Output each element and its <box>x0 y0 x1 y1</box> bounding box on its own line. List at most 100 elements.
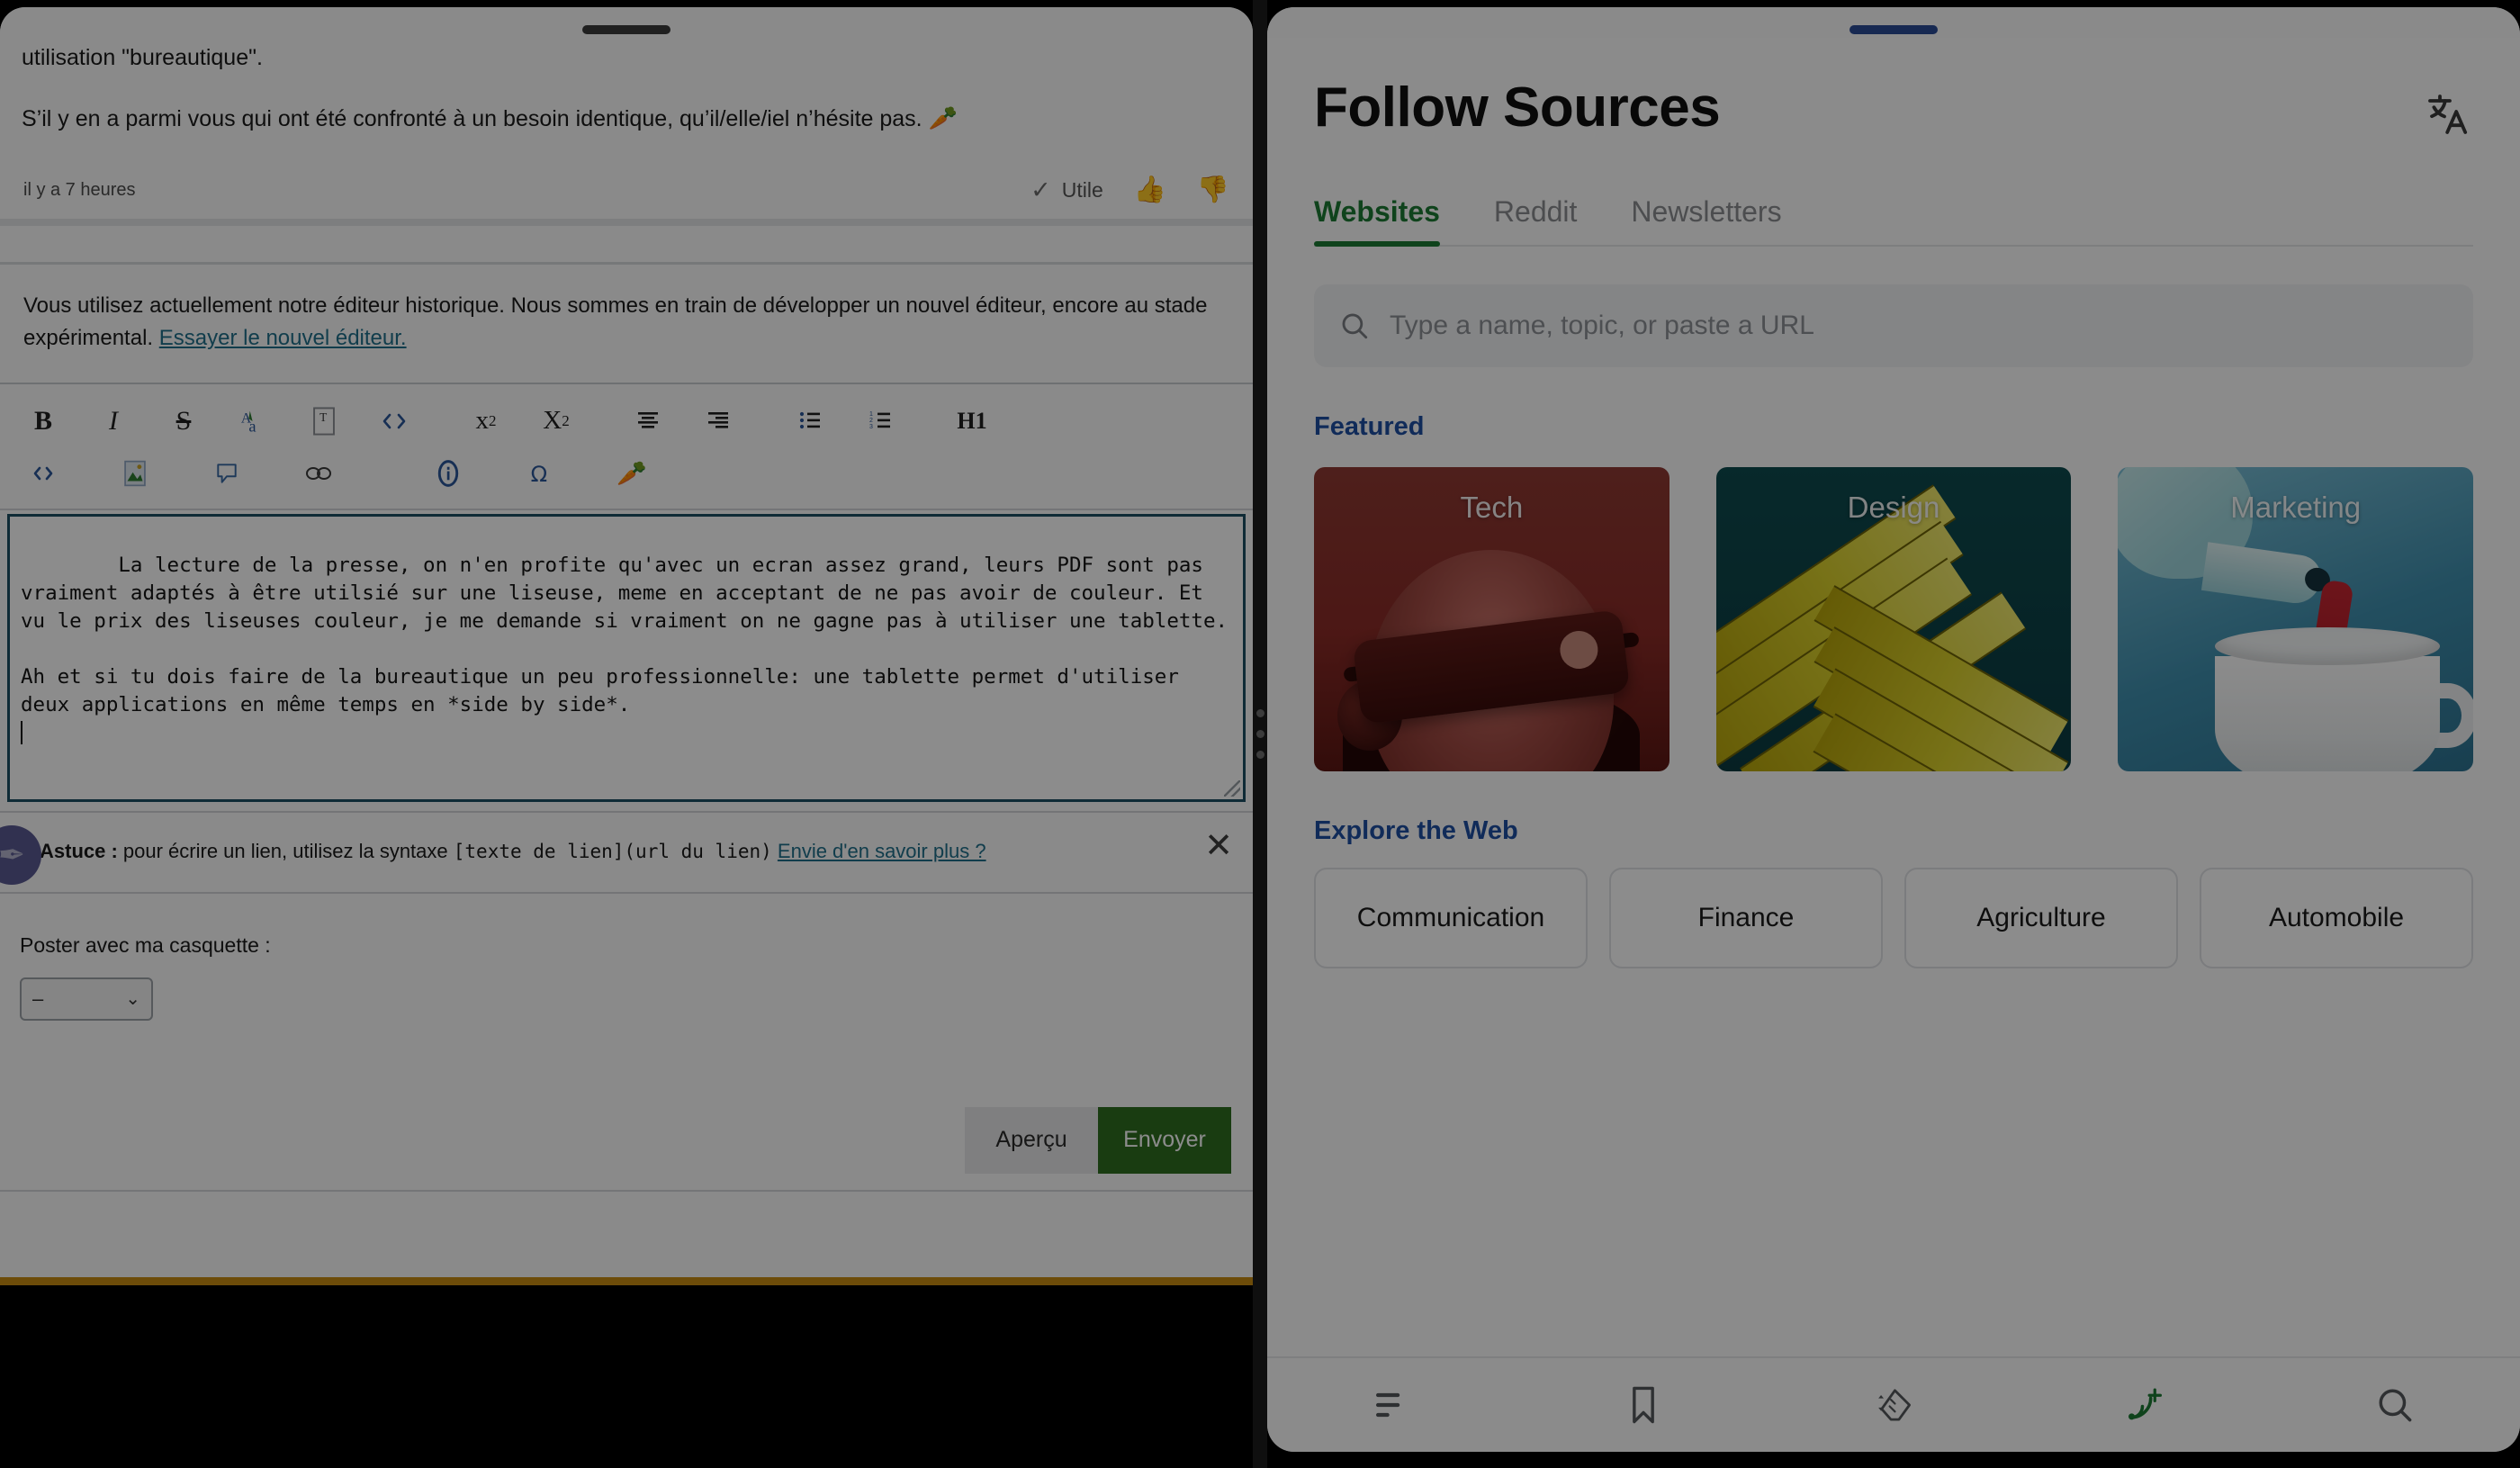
header-row: Follow Sources <box>1314 38 2473 140</box>
drag-handle[interactable] <box>582 25 670 34</box>
cap-select-value: – <box>32 986 44 1010</box>
chip-communication[interactable]: Communication <box>1314 868 1588 968</box>
text-color-icon: A a <box>241 410 256 435</box>
text-box-button[interactable]: T <box>297 398 351 445</box>
right-app-window: Follow Sources Websites Reddit Newslette… <box>1267 7 2520 1452</box>
post-form: Poster avec ma casquette : – ⌄ Aperçu En… <box>0 893 1253 1174</box>
cap-select[interactable]: – ⌄ <box>20 977 153 1021</box>
editor-notice: Vous utilisez actuellement notre éditeur… <box>0 265 1253 384</box>
angle-brackets-icon <box>33 466 53 480</box>
bullet-list-button[interactable] <box>783 398 837 445</box>
chip-finance[interactable]: Finance <box>1609 868 1883 968</box>
align-right-icon <box>708 411 728 428</box>
explore-heading: Explore the Web <box>1314 816 1518 845</box>
left-app-window: utilisation "bureautique". S’il y en a p… <box>0 7 1253 1285</box>
comment-paragraph: S’il y en a parmi vous qui ont été confr… <box>22 74 1231 137</box>
strikethrough-button[interactable]: S <box>157 398 211 445</box>
editor-toolbar: B I S A a T x 2 X 2 1 2 3 H1 Ω 🥕 <box>0 383 1253 510</box>
check-icon: ✓ <box>1030 176 1051 203</box>
subscript-button[interactable]: X2 <box>529 398 583 445</box>
special-character-button[interactable]: Ω <box>513 450 567 497</box>
follow-sources-body: Follow Sources Websites Reddit Newslette… <box>1267 38 2520 1356</box>
screen-root: utilisation "bureautique". S’il y en a p… <box>0 0 2520 1468</box>
search-icon[interactable] <box>2354 1373 2435 1436</box>
thumbs-up-icon[interactable]: 👍 <box>1134 176 1166 203</box>
feedly-leaf-icon[interactable] <box>1853 1373 1934 1436</box>
right-pane-handle-area <box>1267 7 2520 38</box>
toolbar-row-2: Ω 🥕 <box>16 447 1237 500</box>
add-feed-icon[interactable] <box>2103 1373 2184 1436</box>
align-right-button[interactable] <box>691 398 745 445</box>
explore-chips: Communication Finance Agriculture Automo… <box>1314 868 2473 968</box>
featured-cards: Tech Design Marketing <box>1314 467 2474 771</box>
quill-avatar-icon: ✒ <box>0 824 41 885</box>
preview-button[interactable]: Aperçu <box>965 1106 1098 1174</box>
drag-handle[interactable] <box>1850 25 1938 34</box>
emoji-button[interactable]: 🥕 <box>605 450 659 497</box>
superscript-button[interactable]: x2 <box>459 398 513 445</box>
svg-text:Ω: Ω <box>531 462 548 487</box>
insert-image-button[interactable] <box>108 450 162 497</box>
featured-card-marketing[interactable]: Marketing <box>2118 467 2474 771</box>
featured-card-design[interactable]: Design <box>1715 467 2072 771</box>
align-center-button[interactable] <box>621 398 675 445</box>
chip-automobile[interactable]: Automobile <box>2200 868 2473 968</box>
comment-meta: il y a 7 heures ✓ Utile 👍 👎 <box>22 137 1231 219</box>
try-new-editor-link[interactable]: Essayer le nouvel éditeur. <box>159 326 407 350</box>
tab-websites[interactable]: Websites <box>1314 195 1440 247</box>
split-screen-divider[interactable] <box>1253 0 1267 1468</box>
close-icon[interactable]: ✕ <box>1204 829 1233 863</box>
image-icon <box>124 460 146 486</box>
textarea-resize-handle[interactable] <box>1224 779 1240 797</box>
tip-bar: ✒ Astuce : pour écrire un lien, utilisez… <box>0 810 1253 894</box>
comment-paragraph-text: S’il y en a parmi vous qui ont été confr… <box>22 106 922 132</box>
menu-icon[interactable] <box>1352 1373 1433 1436</box>
comment-timestamp: il y a 7 heures <box>23 179 136 200</box>
comment-textarea[interactable]: La lecture de la presse, on n'en profite… <box>7 513 1246 802</box>
inline-code-button[interactable] <box>367 398 421 445</box>
code-block-button[interactable] <box>16 450 70 497</box>
numbered-list-button[interactable]: 123 <box>853 398 907 445</box>
tip-text: Astuce : pour écrire un lien, utilisez l… <box>9 839 986 865</box>
chip-agriculture[interactable]: Agriculture <box>1904 868 2178 968</box>
align-center-icon <box>638 411 658 428</box>
thumbs-down-icon[interactable]: 👎 <box>1197 176 1229 203</box>
text-color-button[interactable]: A a <box>227 398 281 445</box>
heading-1-button[interactable]: H1 <box>945 398 999 445</box>
quote-button[interactable] <box>200 450 254 497</box>
svg-text:T: T <box>320 410 327 424</box>
tab-reddit[interactable]: Reddit <box>1494 195 1578 245</box>
comment-tail-text: utilisation "bureautique". <box>22 45 263 70</box>
tab-newsletters[interactable]: Newsletters <box>1631 195 1781 245</box>
link-button[interactable] <box>292 450 346 497</box>
featured-card-label: Tech <box>1460 491 1524 524</box>
left-pane-handle-area <box>0 7 1253 38</box>
toolbar-row-1: B I S A a T x 2 X 2 1 2 3 H1 <box>16 395 1237 447</box>
bottom-navigation <box>1267 1356 2520 1452</box>
featured-card-label: Marketing <box>2230 491 2362 524</box>
bold-button[interactable]: B <box>16 398 70 445</box>
submit-button[interactable]: Envoyer <box>1098 1106 1231 1174</box>
comment-textarea-value: La lecture de la presse, on n'en profite… <box>21 553 1228 716</box>
mark-useful-button[interactable]: ✓ Utile <box>1030 176 1103 204</box>
comment-block: utilisation "bureautique". S’il y en a p… <box>0 38 1253 219</box>
featured-card-tech[interactable]: Tech <box>1314 467 1670 771</box>
search-input[interactable]: Type a name, topic, or paste a URL <box>1390 311 1814 341</box>
svg-text:1: 1 <box>869 411 873 418</box>
useful-label: Utile <box>1061 177 1103 202</box>
info-button[interactable] <box>421 450 475 497</box>
divider-dot <box>1256 751 1264 759</box>
page-title: Follow Sources <box>1314 77 1721 139</box>
bookmark-icon[interactable] <box>1603 1373 1684 1436</box>
learn-more-link[interactable]: Envie d'en savoir plus ? <box>778 840 986 862</box>
svg-text:a: a <box>248 417 256 435</box>
speech-bubble-icon <box>217 464 237 483</box>
tip-text-before: pour écrire un lien, utilisez la syntaxe <box>117 840 454 863</box>
comment-actions: ✓ Utile 👍 👎 <box>1030 176 1229 204</box>
translate-icon[interactable] <box>2423 88 2473 139</box>
italic-button[interactable]: I <box>86 398 140 445</box>
numbered-list-icon: 123 <box>869 411 890 430</box>
left-pane-footer-strip <box>0 1189 1253 1229</box>
editor-textarea-wrap: La lecture de la presse, on n'en profite… <box>0 509 1253 802</box>
search-bar[interactable]: Type a name, topic, or paste a URL <box>1314 284 2473 367</box>
